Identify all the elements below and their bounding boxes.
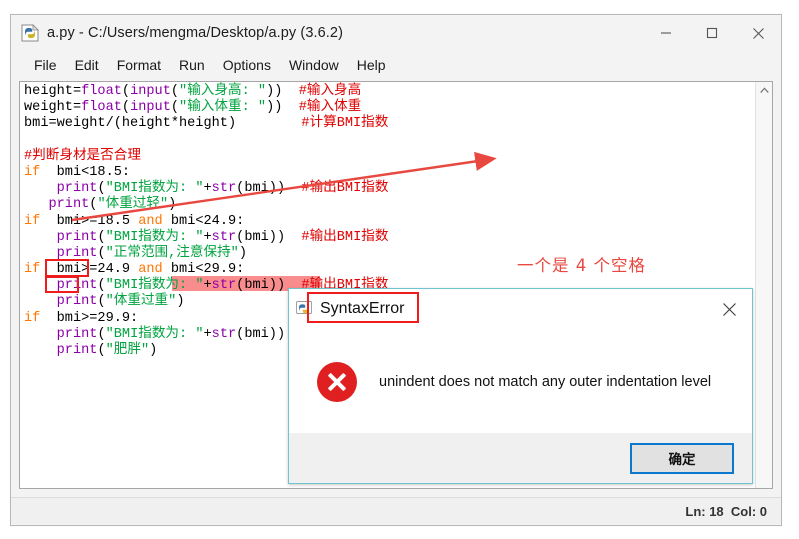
dialog-title-marker bbox=[307, 292, 419, 323]
code-line: bmi=weight/(height*height) #计算BMI指数 bbox=[24, 116, 389, 132]
vertical-scrollbar[interactable] bbox=[755, 82, 772, 488]
status-bar: Ln: 18 Col: 0 bbox=[11, 497, 781, 525]
screenshot-root: a.py - C:/Users/mengma/Desktop/a.py (3.6… bbox=[0, 0, 799, 539]
menu-item-window[interactable]: Window bbox=[280, 55, 348, 75]
menu-item-file[interactable]: File bbox=[25, 55, 66, 75]
dialog-body: unindent does not match any outer indent… bbox=[289, 329, 752, 434]
code-line: height=float(input("输入身高: ")) #输入身高 bbox=[24, 84, 362, 99]
code-line: #判断身材是否合理 bbox=[24, 148, 141, 164]
window-titlebar: a.py - C:/Users/mengma/Desktop/a.py (3.6… bbox=[11, 15, 781, 51]
window-controls bbox=[643, 15, 781, 51]
syntax-error-dialog: SyntaxError unindent does not match any … bbox=[288, 288, 753, 484]
python-file-icon bbox=[20, 23, 40, 43]
annotation-line-1: 一个是 4 个空格 bbox=[517, 256, 646, 275]
menu-item-format[interactable]: Format bbox=[108, 55, 170, 75]
error-circle-icon bbox=[317, 361, 357, 402]
menu-item-run[interactable]: Run bbox=[170, 55, 214, 75]
menu-item-help[interactable]: Help bbox=[348, 55, 395, 75]
dialog-message: unindent does not match any outer indent… bbox=[379, 373, 712, 390]
indent-marker-3-spaces bbox=[45, 276, 79, 293]
dialog-ok-button[interactable]: 确定 bbox=[630, 442, 734, 474]
code-line: weight=float(input("输入体重: ")) #输入体重 bbox=[24, 100, 362, 116]
dialog-footer: 确定 bbox=[289, 433, 752, 483]
indent-marker-4-spaces bbox=[45, 259, 89, 277]
dialog-close-button[interactable] bbox=[714, 296, 744, 322]
menubar: File Edit Format Run Options Window Help bbox=[11, 51, 781, 79]
window-title: a.py - C:/Users/mengma/Desktop/a.py (3.6… bbox=[47, 25, 344, 41]
maximize-button[interactable] bbox=[689, 15, 735, 51]
cursor-position: Ln: 18 Col: 0 bbox=[685, 504, 767, 519]
dialog-titlebar: SyntaxError bbox=[289, 289, 752, 329]
code-line: if bmi<18.5: bbox=[24, 164, 131, 180]
menu-item-edit[interactable]: Edit bbox=[66, 55, 108, 75]
close-button[interactable] bbox=[735, 15, 781, 51]
code-line: print("BMI指数为: "+str(bmi)) #输出BMI指数 bbox=[56, 181, 389, 197]
menu-item-options[interactable]: Options bbox=[214, 55, 280, 75]
scroll-up-arrow-icon[interactable] bbox=[756, 82, 772, 99]
minimize-button[interactable] bbox=[643, 15, 689, 51]
